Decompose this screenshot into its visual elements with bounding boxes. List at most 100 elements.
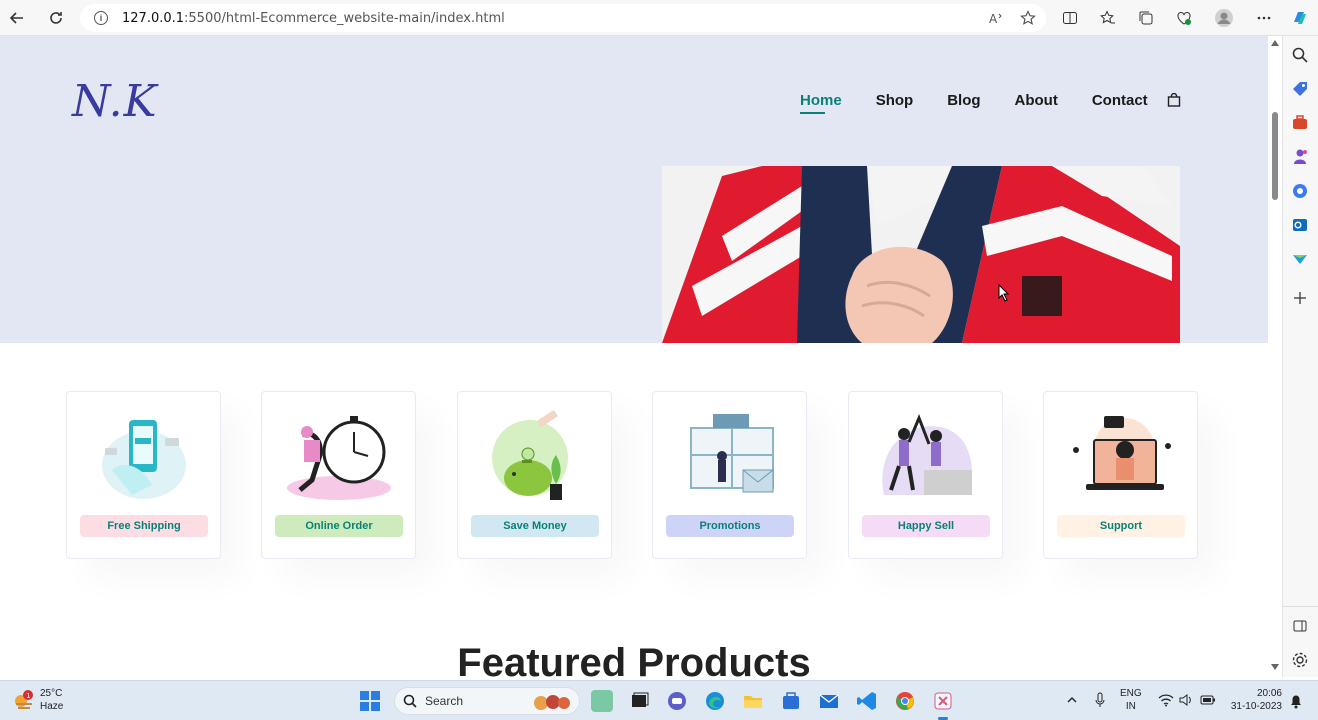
address-bar[interactable]: i 127.0.0.1:5500/html-Ecommerce_website-… <box>80 4 1046 32</box>
performance-icon[interactable] <box>1174 8 1194 28</box>
back-icon[interactable] <box>6 7 28 29</box>
page-scrollbar[interactable] <box>1268 36 1282 677</box>
nav-home[interactable]: Home <box>800 92 842 114</box>
sidebar-divider <box>1283 606 1318 607</box>
browser-sidebar <box>1282 36 1318 677</box>
scroll-thumb[interactable] <box>1272 112 1278 200</box>
taskbar-search-icon <box>403 694 417 708</box>
feature-label-online-order: Online Order <box>275 515 403 537</box>
featured-products-heading: Featured Products <box>457 641 811 677</box>
sidebar-settings-icon[interactable] <box>1291 651 1309 669</box>
weather-haze-icon: 1 <box>15 690 33 709</box>
battery-icon[interactable] <box>1200 694 1216 706</box>
save-money-illustration <box>492 410 568 500</box>
url-path: :5500/html-Ecommerce_website-main/index.… <box>184 10 505 26</box>
weather-badge: 1 <box>26 692 30 700</box>
add-sidebar-item-icon[interactable] <box>1291 289 1309 307</box>
feature-label-happy-sell: Happy Sell <box>862 515 990 537</box>
copilot-icon[interactable] <box>1290 8 1310 28</box>
taskbar-app-edge-icon[interactable] <box>704 690 726 712</box>
hero-jacket-image <box>662 166 1180 343</box>
outlook-icon[interactable] <box>1291 216 1309 234</box>
feature-label-free-shipping: Free Shipping <box>80 515 208 537</box>
shopping-tag-icon[interactable] <box>1291 80 1309 98</box>
online-order-illustration <box>287 416 391 500</box>
taskbar-search-label: Search <box>425 694 464 708</box>
nav-shop[interactable]: Shop <box>876 92 914 109</box>
taskbar-app-snipping-tool-icon[interactable] <box>932 690 954 712</box>
weather-desc: Haze <box>40 701 64 712</box>
site-header: N.K Home Shop Blog About Contact <box>0 36 1268 166</box>
weather-widget[interactable]: 1 25°C Haze <box>12 687 63 713</box>
office-icon[interactable] <box>1291 182 1309 200</box>
clock-date: 31-10-2023 <box>1230 701 1282 712</box>
show-hidden-icons-chevron-icon[interactable] <box>1066 694 1078 706</box>
url-text: 127.0.0.1:5500/html-Ecommerce_website-ma… <box>122 11 505 26</box>
windows-start-icon[interactable] <box>360 691 380 711</box>
taskbar-app-vscode-icon[interactable] <box>856 690 878 712</box>
feature-card-free-shipping[interactable]: Free Shipping <box>66 391 221 559</box>
split-screen-icon[interactable] <box>1060 8 1080 28</box>
taskbar-app-store-icon[interactable] <box>780 690 802 712</box>
clock-time: 20:06 <box>1256 688 1282 699</box>
windows-taskbar: 1 25°C Haze Search ENG IN 20:06 31-10-20… <box>0 680 1318 720</box>
support-illustration <box>1073 416 1171 490</box>
feature-card-online-order[interactable]: Online Order <box>261 391 416 559</box>
favorites-icon[interactable] <box>1098 8 1118 28</box>
taskbar-app-task-view-icon[interactable] <box>628 690 650 712</box>
clock[interactable]: 20:06 31-10-2023 <box>1228 687 1282 713</box>
taskbar-app-teams-chat-icon[interactable] <box>666 690 688 712</box>
svg-text:A: A <box>989 12 998 26</box>
search-highlight-icon <box>534 695 570 710</box>
free-shipping-illustration <box>102 420 186 499</box>
scroll-up-icon[interactable] <box>1271 40 1279 46</box>
webpage-viewport: N.K Home Shop Blog About Contact Free Sh… <box>0 36 1268 677</box>
taskbar-app-mail-icon[interactable] <box>818 690 840 712</box>
weather-text: 25°C Haze <box>40 687 63 713</box>
microphone-icon[interactable] <box>1094 692 1106 708</box>
games-icon[interactable] <box>1291 148 1309 166</box>
volume-icon[interactable] <box>1178 693 1194 707</box>
site-info-icon[interactable]: i <box>94 11 108 25</box>
read-aloud-icon[interactable]: A <box>988 10 1004 26</box>
notification-bell-icon[interactable] <box>1289 693 1303 709</box>
happy-sell-illustration <box>882 413 972 495</box>
scroll-down-icon[interactable] <box>1271 664 1279 670</box>
nav-contact[interactable]: Contact <box>1092 92 1148 109</box>
site-logo[interactable]: N.K <box>72 76 158 127</box>
taskbar-app-file-explorer-icon[interactable] <box>742 690 764 712</box>
language-indicator[interactable]: ENG IN <box>1120 687 1142 713</box>
drop-icon[interactable] <box>1291 250 1309 268</box>
search-icon[interactable] <box>1291 46 1309 64</box>
feature-label-support: Support <box>1057 515 1185 537</box>
language-top: ENG <box>1120 688 1142 699</box>
browser-toolbar: i 127.0.0.1:5500/html-Ecommerce_website-… <box>0 0 1318 36</box>
promotions-illustration <box>690 414 774 493</box>
feature-card-support[interactable]: Support <box>1043 391 1198 559</box>
mouse-cursor-icon <box>998 284 1010 302</box>
feature-label-promotions: Promotions <box>666 515 794 537</box>
nav-about[interactable]: About <box>1015 92 1058 109</box>
feature-label-save-money: Save Money <box>471 515 599 537</box>
refresh-icon[interactable] <box>45 7 67 29</box>
tools-briefcase-icon[interactable] <box>1291 114 1309 132</box>
main-nav: Home Shop Blog About Contact <box>800 92 1148 114</box>
wifi-icon[interactable] <box>1158 693 1174 707</box>
hero-section <box>0 166 1268 343</box>
profile-avatar-icon[interactable] <box>1214 8 1234 28</box>
hide-sidebar-icon[interactable] <box>1291 617 1309 635</box>
feature-card-happy-sell[interactable]: Happy Sell <box>848 391 1003 559</box>
language-bottom: IN <box>1125 701 1136 712</box>
taskbar-app-chrome-icon[interactable] <box>894 690 916 712</box>
taskbar-app-copilot-preview[interactable] <box>591 690 613 712</box>
feature-card-save-money[interactable]: Save Money <box>457 391 612 559</box>
taskbar-search[interactable]: Search <box>394 687 580 715</box>
more-menu-icon[interactable] <box>1254 8 1274 28</box>
favorite-star-icon[interactable] <box>1020 10 1036 26</box>
collections-icon[interactable] <box>1136 8 1156 28</box>
nav-blog[interactable]: Blog <box>947 92 980 109</box>
url-host: 127.0.0.1 <box>122 10 185 26</box>
feature-card-promotions[interactable]: Promotions <box>652 391 807 559</box>
shopping-bag-icon[interactable] <box>1167 92 1181 107</box>
weather-temp: 25°C <box>40 688 63 699</box>
